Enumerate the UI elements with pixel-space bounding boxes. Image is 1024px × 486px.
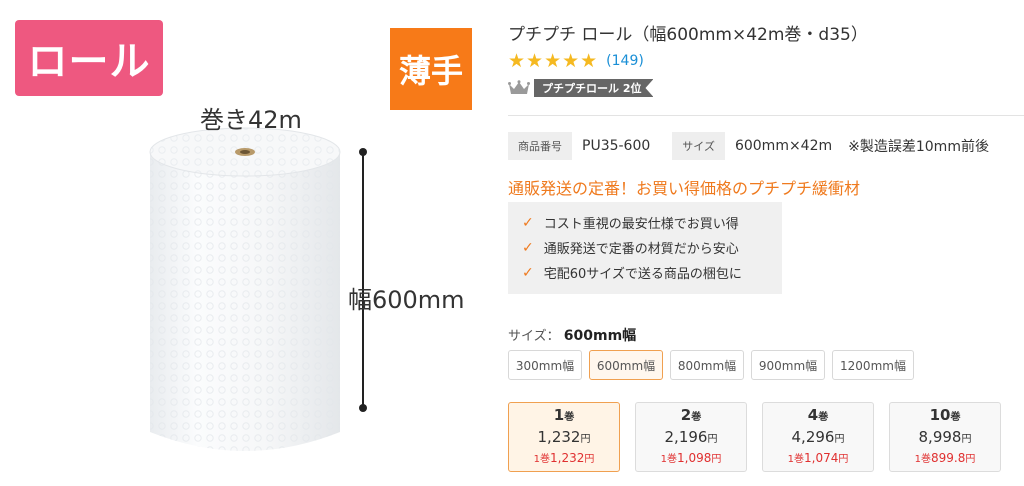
size-option-600[interactable]: 600mm幅 bbox=[589, 350, 663, 380]
ranking-badge[interactable]: プチプチロール 2位 bbox=[508, 79, 653, 97]
unit-price-prefix: 1巻 bbox=[787, 454, 804, 465]
feature-item: ✓ 通販発送で定番の材質だから安心 bbox=[522, 235, 768, 260]
total-price-value: 1,232 bbox=[537, 428, 581, 446]
roll-width-label: 幅600mm bbox=[348, 286, 465, 314]
unit-price-value: 1,232 bbox=[550, 451, 585, 465]
roll-length-label: 巻き42m bbox=[200, 106, 302, 134]
quantity-count: 1巻 bbox=[554, 406, 574, 427]
size-value: 600mm×42m bbox=[734, 138, 833, 154]
feature-list: ✓ コスト重視の最安仕様でお買い得 ✓ 通販発送で定番の材質だから安心 ✓ 宅配… bbox=[508, 202, 782, 294]
quantity-count: 2巻 bbox=[681, 406, 701, 427]
quantity-options: 1巻 1,232円 1巻1,232円 2巻 2,196円 1巻1,098円 4巻… bbox=[508, 402, 1016, 472]
bubble-wrap-roll-illustration bbox=[149, 127, 341, 451]
review-count-link[interactable]: (149) bbox=[606, 53, 644, 69]
unit-price-value: 1,098 bbox=[677, 451, 712, 465]
unit-price-prefix: 1巻 bbox=[533, 454, 550, 465]
ranking-label: プチプチロール 2位 bbox=[534, 79, 653, 97]
size-option-1200[interactable]: 1200mm幅 bbox=[832, 350, 914, 380]
quantity-option-4[interactable]: 4巻 4,296円 1巻1,074円 bbox=[762, 402, 874, 472]
size-option-900[interactable]: 900mm幅 bbox=[751, 350, 825, 380]
total-price: 2,196円 bbox=[665, 427, 718, 450]
total-price-value: 8,998 bbox=[918, 428, 962, 446]
feature-item: ✓ 宅配60サイズで送る商品の梱包に bbox=[522, 260, 768, 285]
unit-price: 1巻899.8円 bbox=[915, 450, 976, 468]
size-options: 300mm幅 600mm幅 800mm幅 900mm幅 1200mm幅 bbox=[508, 350, 921, 380]
quantity-count: 10巻 bbox=[930, 406, 961, 427]
feature-text: 宅配60サイズで送る商品の梱包に bbox=[543, 267, 742, 282]
check-icon: ✓ bbox=[522, 264, 534, 281]
unit-price-value: 1,074 bbox=[804, 451, 839, 465]
size-selector-prefix: サイズ： bbox=[508, 329, 560, 344]
unit-price: 1巻1,074円 bbox=[788, 450, 849, 468]
total-price-value: 4,296 bbox=[791, 428, 835, 446]
quantity-option-2[interactable]: 2巻 2,196円 1巻1,098円 bbox=[635, 402, 747, 472]
rating: ★★★★★ (149) bbox=[508, 50, 644, 72]
quantity-count: 4巻 bbox=[808, 406, 828, 427]
quantity-unit: 巻 bbox=[691, 412, 702, 423]
total-price: 1,232円 bbox=[538, 427, 591, 450]
unit-price-prefix: 1巻 bbox=[660, 454, 677, 465]
yen-unit: 円 bbox=[580, 434, 591, 445]
product-code-value: PU35-600 bbox=[582, 138, 651, 154]
product-info: プチプチ ロール（幅600mm×42m巻・d35） ★★★★★ (149) プチ… bbox=[508, 0, 1024, 486]
unit-price: 1巻1,098円 bbox=[661, 450, 722, 468]
quantity-number: 1 bbox=[553, 406, 565, 424]
rating-stars: ★★★★★ bbox=[508, 50, 599, 72]
quantity-option-10[interactable]: 10巻 8,998円 1巻899.8円 bbox=[889, 402, 1001, 472]
divider bbox=[508, 115, 1024, 116]
yen-unit: 円 bbox=[838, 454, 849, 465]
size-key: サイズ bbox=[672, 132, 725, 160]
quantity-number: 4 bbox=[807, 406, 819, 424]
size-option-300[interactable]: 300mm幅 bbox=[508, 350, 582, 380]
crown-icon bbox=[508, 80, 530, 94]
check-icon: ✓ bbox=[522, 239, 534, 256]
check-icon: ✓ bbox=[522, 214, 534, 231]
feature-text: コスト重視の最安仕様でお買い得 bbox=[543, 217, 739, 232]
feature-item: ✓ コスト重視の最安仕様でお買い得 bbox=[522, 210, 768, 235]
size-selector-selected: 600mm幅 bbox=[563, 328, 637, 344]
yen-unit: 円 bbox=[965, 454, 976, 465]
quantity-number: 2 bbox=[680, 406, 692, 424]
unit-price-value: 899.8 bbox=[931, 451, 966, 465]
yen-unit: 円 bbox=[711, 454, 722, 465]
total-price: 4,296円 bbox=[792, 427, 845, 450]
unit-price-prefix: 1巻 bbox=[914, 454, 931, 465]
size-selector-label: サイズ： 600mm幅 bbox=[508, 325, 636, 345]
feature-text: 通販発送で定番の材質だから安心 bbox=[543, 242, 739, 257]
quantity-unit: 巻 bbox=[950, 412, 961, 423]
catch-copy: 通販発送の定番！お買い得価格のプチプチ緩衝材 bbox=[508, 179, 861, 198]
yen-unit: 円 bbox=[707, 434, 718, 445]
total-price-value: 2,196 bbox=[664, 428, 708, 446]
product-title: プチプチ ロール（幅600mm×42m巻・d35） bbox=[508, 25, 868, 45]
size-option-800[interactable]: 800mm幅 bbox=[670, 350, 744, 380]
yen-unit: 円 bbox=[584, 454, 595, 465]
yen-unit: 円 bbox=[961, 434, 972, 445]
total-price: 8,998円 bbox=[919, 427, 972, 450]
product-code-key: 商品番号 bbox=[508, 132, 572, 160]
spec-row: 商品番号 PU35-600 サイズ 600mm×42m ※製造誤差10mm前後 bbox=[508, 132, 989, 160]
quantity-unit: 巻 bbox=[818, 412, 829, 423]
quantity-option-1[interactable]: 1巻 1,232円 1巻1,232円 bbox=[508, 402, 620, 472]
unit-price: 1巻1,232円 bbox=[534, 450, 595, 468]
yen-unit: 円 bbox=[834, 434, 845, 445]
size-note: ※製造誤差10mm前後 bbox=[848, 139, 989, 155]
product-image[interactable]: ロール 薄手 巻き42m 幅600mm bbox=[0, 0, 490, 486]
quantity-unit: 巻 bbox=[564, 412, 575, 423]
quantity-number: 10 bbox=[929, 406, 951, 424]
